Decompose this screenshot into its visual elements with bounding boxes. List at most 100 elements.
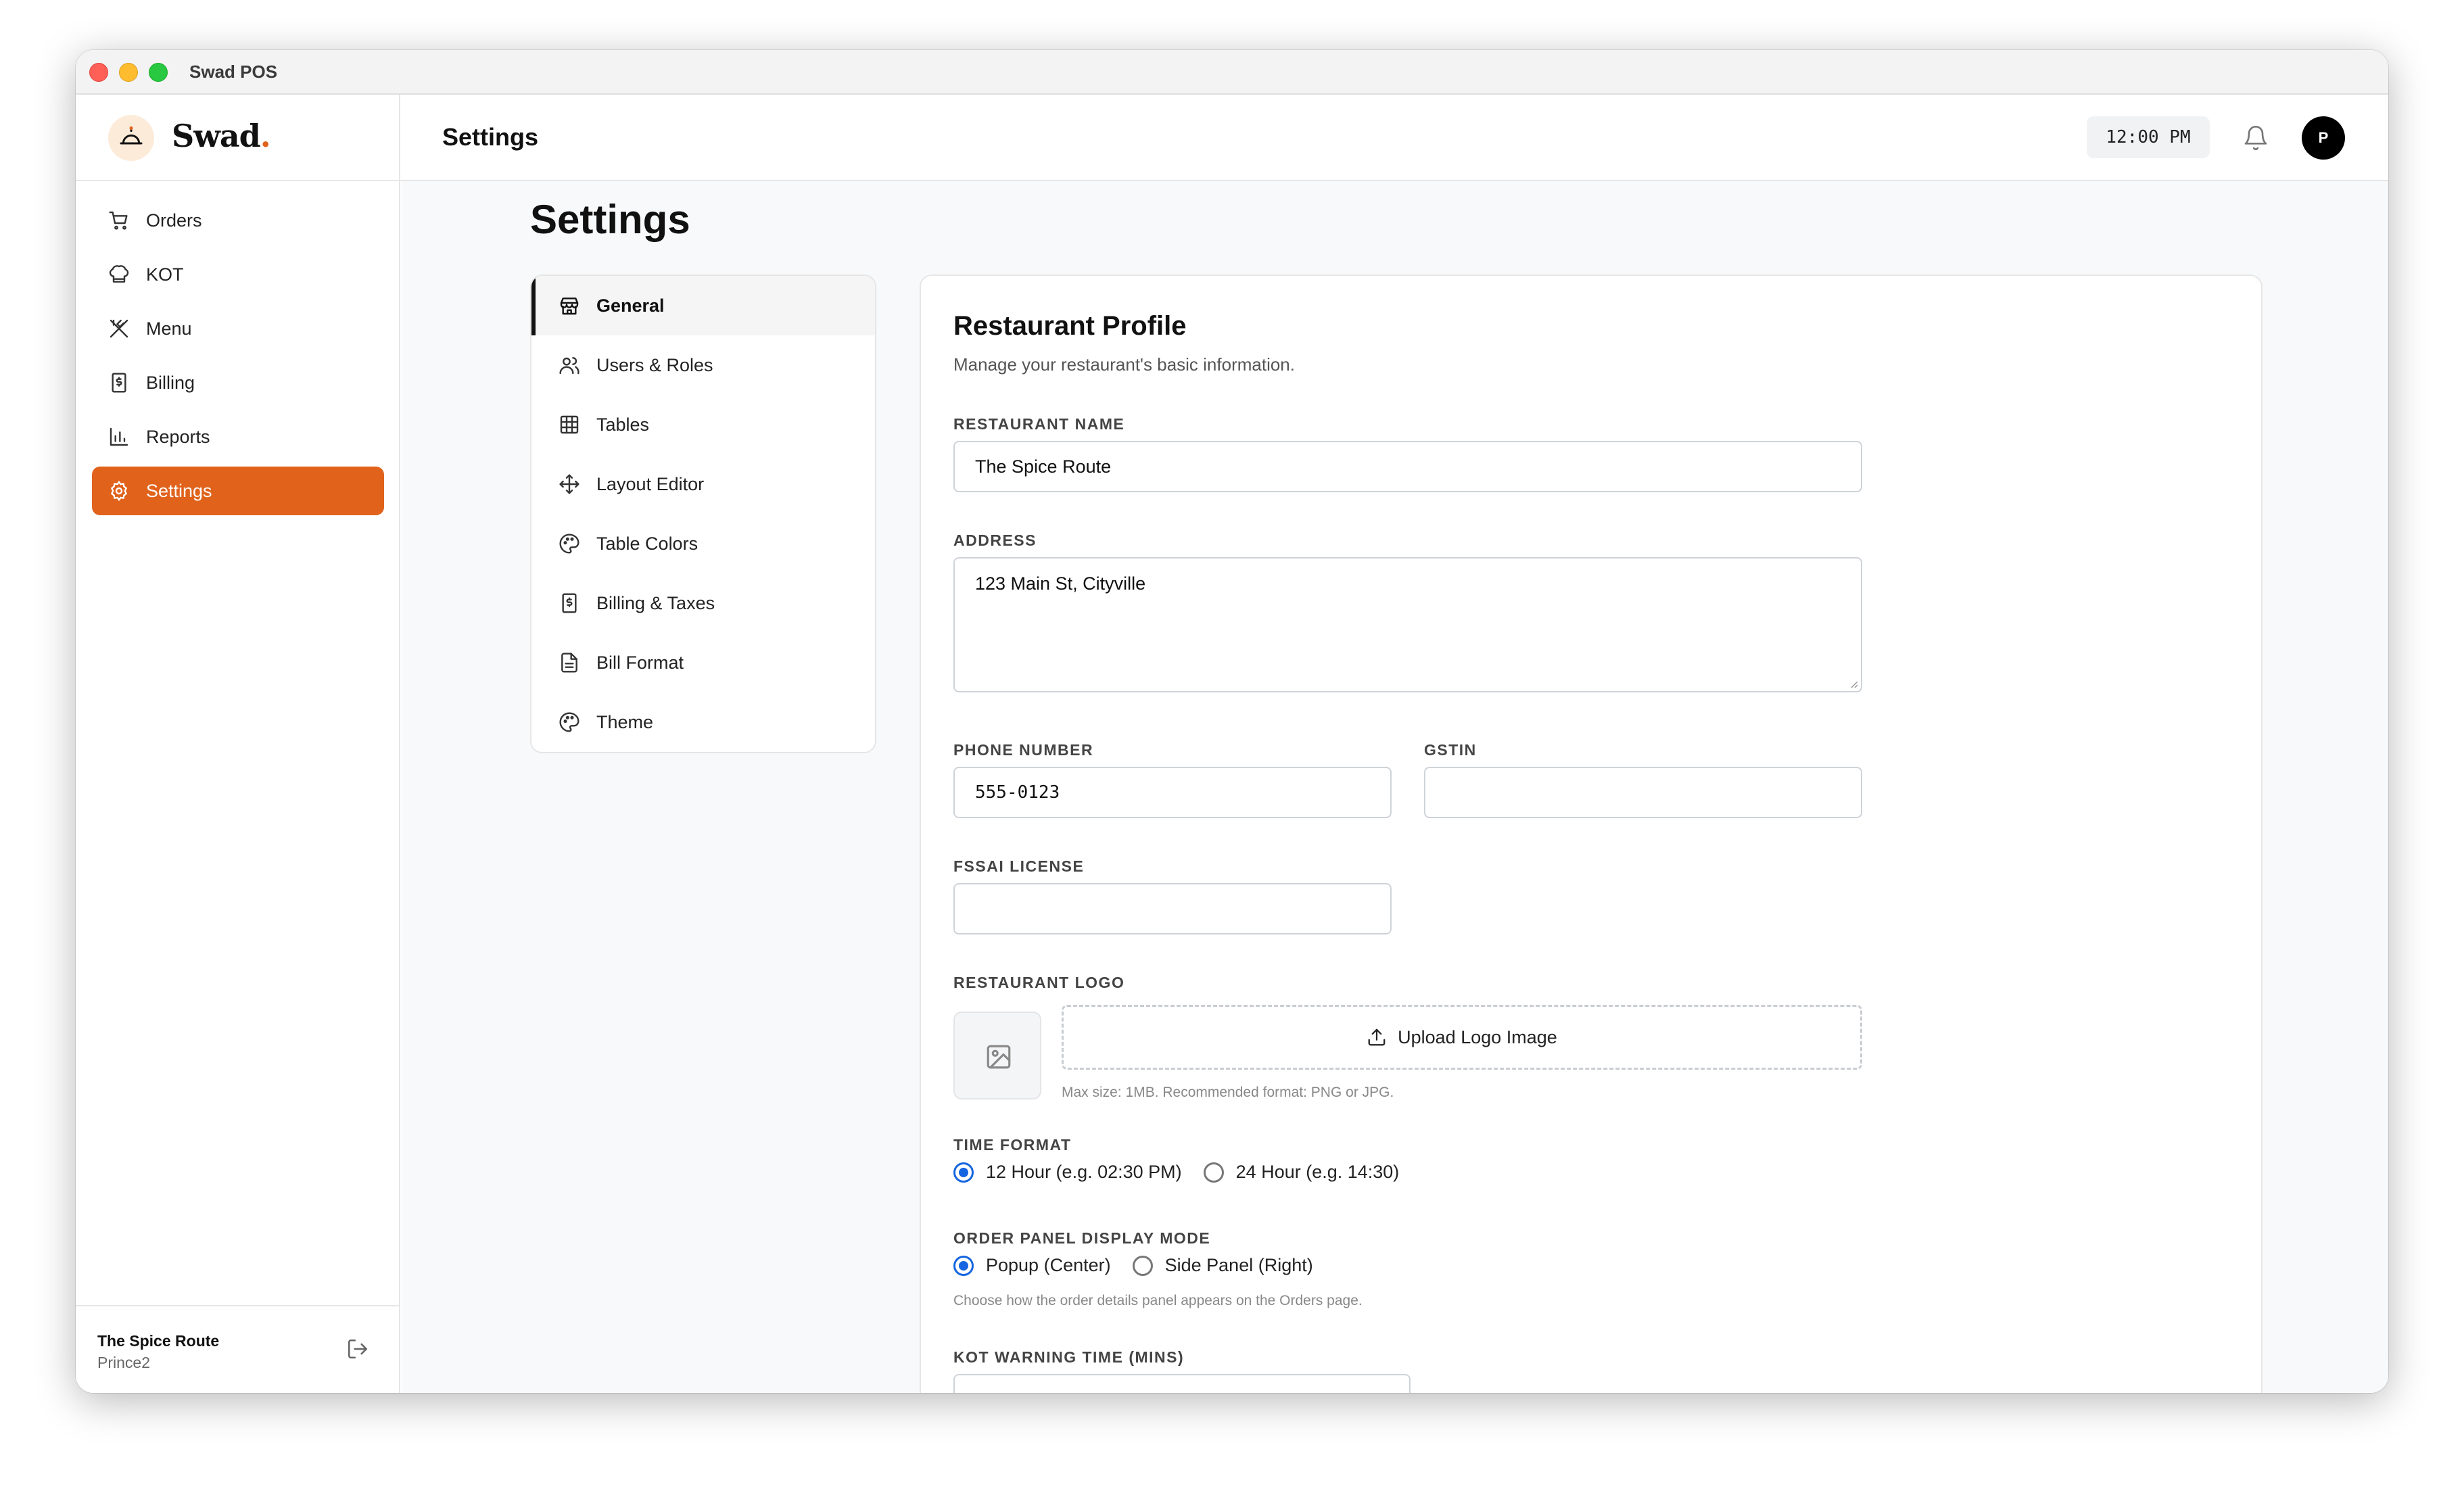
settings-nav-label: Table Colors xyxy=(596,533,698,554)
fssai-license-label: FSSAI LICENSE xyxy=(953,857,1085,875)
sidebar-item-label: Billing xyxy=(146,372,195,393)
close-window-button[interactable] xyxy=(89,63,108,82)
page-title: Settings xyxy=(530,197,690,242)
restaurant-name: The Spice Route xyxy=(97,1332,220,1350)
cloche-logo-icon xyxy=(108,115,154,161)
time-format-12h-label[interactable]: 12 Hour (e.g. 02:30 PM) xyxy=(986,1162,1182,1183)
order-panel-mode-label: ORDER PANEL DISPLAY MODE xyxy=(953,1229,1211,1247)
move-icon xyxy=(559,474,579,494)
sidebar-item-label: Orders xyxy=(146,210,202,231)
clock-display: 12:00 PM xyxy=(2087,116,2210,158)
grid-icon xyxy=(560,415,579,434)
upload-label: Upload Logo Image xyxy=(1398,1026,1557,1047)
tab-users-roles[interactable]: Users & Roles xyxy=(531,335,875,395)
receipt-icon xyxy=(112,373,126,393)
kot-warning-time-label: KOT WARNING TIME (MINS) xyxy=(953,1348,1185,1366)
user-name: Prince2 xyxy=(97,1354,150,1371)
tab-bill-format[interactable]: Bill Format xyxy=(531,633,875,692)
gstin-label: GSTIN xyxy=(1424,741,1477,759)
card-title: Restaurant Profile xyxy=(953,311,1187,341)
upload-hint: Max size: 1MB. Recommended format: PNG o… xyxy=(1062,1085,1394,1100)
sidebar-item-billing[interactable]: Billing xyxy=(92,358,384,407)
title-bar: Swad POS xyxy=(76,50,2388,95)
gear-icon xyxy=(111,481,127,501)
panel-mode-side-radio[interactable] xyxy=(1132,1255,1153,1276)
card-subtitle: Manage your restaurant's basic informati… xyxy=(953,354,1295,375)
logo-preview xyxy=(953,1012,1041,1099)
panel-mode-popup-radio[interactable] xyxy=(953,1255,974,1276)
brand-name: Swad. xyxy=(172,118,271,154)
sidebar-item-settings[interactable]: Settings xyxy=(92,467,384,515)
restaurant-logo-label: RESTAURANT LOGO xyxy=(953,974,1125,991)
tab-theme[interactable]: Theme xyxy=(531,692,875,752)
header-title: Settings xyxy=(442,123,539,151)
tab-billing-taxes[interactable]: Billing & Taxes xyxy=(531,573,875,633)
sidebar-item-label: KOT xyxy=(146,264,184,285)
settings-nav-label: General xyxy=(596,295,665,316)
settings-nav-label: Theme xyxy=(596,711,654,732)
tab-general[interactable]: General xyxy=(531,276,875,335)
utensils-icon xyxy=(110,319,128,338)
palette-icon xyxy=(559,712,579,732)
time-format-label: TIME FORMAT xyxy=(953,1136,1072,1154)
store-icon xyxy=(560,298,579,315)
tab-table-colors[interactable]: Table Colors xyxy=(531,514,875,573)
receipt-icon xyxy=(562,593,577,613)
main-content: Settings General Users & Roles Tables La… xyxy=(402,181,2388,1393)
minimize-window-button[interactable] xyxy=(119,63,138,82)
brand: Swad. xyxy=(76,95,399,181)
panel-mode-popup-label[interactable]: Popup (Center) xyxy=(986,1255,1111,1276)
settings-nav-label: Tables xyxy=(596,414,650,435)
address-label: ADDRESS xyxy=(953,531,1037,549)
palette-icon xyxy=(559,534,579,554)
sidebar-item-kot[interactable]: KOT xyxy=(92,250,384,299)
address-field[interactable]: 123 Main St, Cityville xyxy=(953,557,1862,692)
maximize-window-button[interactable] xyxy=(149,63,168,82)
app-window: Swad POS Swad. Orders KOT Menu Billing R… xyxy=(76,50,2388,1393)
settings-nav: General Users & Roles Tables Layout Edit… xyxy=(530,275,876,753)
brand-name-text: Swad xyxy=(172,118,261,154)
tab-tables[interactable]: Tables xyxy=(531,395,875,454)
tab-layout-editor[interactable]: Layout Editor xyxy=(531,454,875,514)
restaurant-profile-card: Restaurant Profile Manage your restauran… xyxy=(920,275,2262,1393)
time-format-group: 12 Hour (e.g. 02:30 PM) 24 Hour (e.g. 14… xyxy=(953,1162,1421,1183)
time-format-12h-radio[interactable] xyxy=(953,1162,974,1183)
phone-number-label: PHONE NUMBER xyxy=(953,741,1094,759)
kot-warning-time-field[interactable] xyxy=(953,1374,1411,1393)
sidebar-item-orders[interactable]: Orders xyxy=(92,196,384,245)
address-value: 123 Main St, Cityville xyxy=(975,573,1146,594)
gstin-field[interactable] xyxy=(1424,767,1862,818)
cart-icon xyxy=(109,211,128,230)
logout-icon[interactable] xyxy=(346,1337,369,1360)
resize-grip-icon[interactable] xyxy=(1847,678,1858,688)
time-format-24h-radio[interactable] xyxy=(1203,1162,1224,1183)
restaurant-name-label: RESTAURANT NAME xyxy=(953,415,1125,433)
sidebar: Swad. Orders KOT Menu Billing Reports Se… xyxy=(76,95,400,1393)
sidebar-item-reports[interactable]: Reports xyxy=(92,412,384,461)
bell-icon[interactable] xyxy=(2242,124,2269,151)
top-header: Settings 12:00 PM P xyxy=(400,95,2388,181)
order-panel-mode-group: Popup (Center) Side Panel (Right) xyxy=(953,1255,1335,1276)
time-format-24h-label[interactable]: 24 Hour (e.g. 14:30) xyxy=(1236,1162,1400,1183)
image-icon xyxy=(987,1045,1011,1069)
brand-dot: . xyxy=(260,118,271,154)
settings-nav-label: Layout Editor xyxy=(596,473,705,494)
sidebar-item-menu[interactable]: Menu xyxy=(92,304,384,353)
settings-nav-label: Billing & Taxes xyxy=(596,592,715,613)
sidebar-item-label: Menu xyxy=(146,318,192,339)
settings-nav-label: Bill Format xyxy=(596,652,684,673)
avatar[interactable]: P xyxy=(2302,116,2345,160)
upload-logo-button[interactable]: Upload Logo Image xyxy=(1062,1005,1862,1070)
sidebar-nav: Orders KOT Menu Billing Reports Settings xyxy=(92,196,384,521)
window-title: Swad POS xyxy=(189,62,278,82)
chef-hat-icon xyxy=(109,265,129,283)
settings-nav-label: Users & Roles xyxy=(596,354,713,375)
sidebar-item-label: Settings xyxy=(146,480,212,501)
upload-icon xyxy=(1368,1028,1385,1046)
panel-mode-side-label[interactable]: Side Panel (Right) xyxy=(1165,1255,1313,1276)
fssai-license-field[interactable] xyxy=(953,883,1392,934)
phone-number-field[interactable]: 555-0123 xyxy=(953,767,1392,818)
users-icon xyxy=(559,357,579,375)
file-icon xyxy=(561,653,577,673)
restaurant-name-field[interactable]: The Spice Route xyxy=(953,441,1862,492)
